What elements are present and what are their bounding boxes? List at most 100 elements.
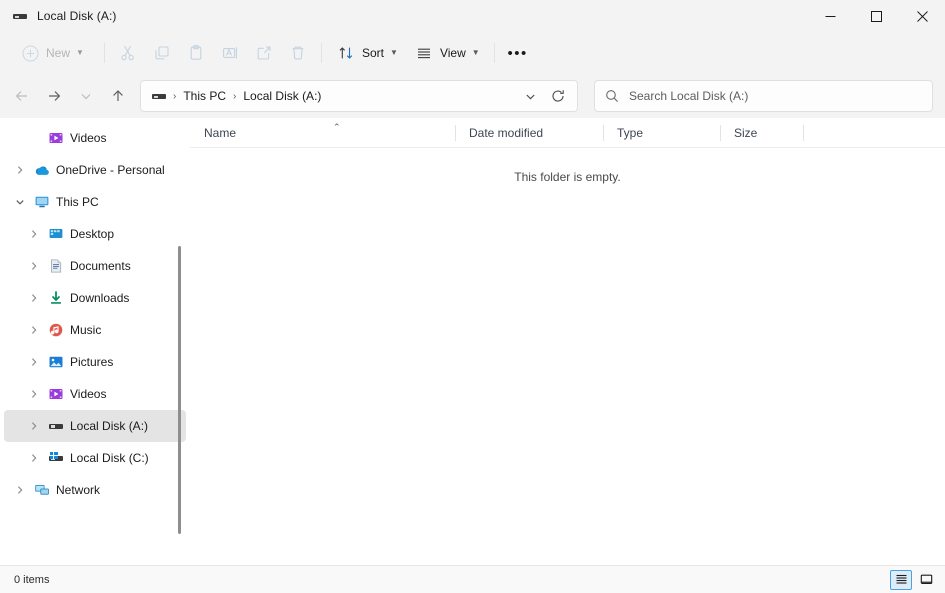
sidebar-item-local-disk-a[interactable]: Local Disk (A:): [4, 410, 186, 442]
chevron-right-icon[interactable]: [26, 354, 42, 370]
forward-button[interactable]: [38, 80, 70, 112]
breadcrumb-separator: ›: [171, 91, 178, 102]
toolbar-divider: [104, 43, 105, 63]
column-header-type[interactable]: Type: [603, 118, 720, 147]
view-button[interactable]: View ▼: [406, 37, 488, 69]
close-button[interactable]: [899, 0, 945, 32]
chevron-right-icon[interactable]: [26, 290, 42, 306]
ellipsis-icon: •••: [508, 46, 528, 61]
rename-button[interactable]: [213, 37, 247, 69]
column-header-date-modified[interactable]: Date modified: [455, 118, 603, 147]
sidebar-item-downloads[interactable]: Downloads: [4, 282, 186, 314]
drive-icon: [48, 418, 64, 434]
sidebar-item-videos[interactable]: Videos: [4, 378, 186, 410]
address-bar[interactable]: › This PC › Local Disk (A:): [140, 80, 578, 112]
sidebar-item-network[interactable]: Network: [4, 474, 186, 506]
paste-button[interactable]: [179, 37, 213, 69]
sidebar-item-local-disk-c[interactable]: Local Disk (C:): [4, 442, 186, 474]
window-controls: [807, 0, 945, 32]
refresh-button[interactable]: [545, 83, 571, 109]
cut-button[interactable]: [111, 37, 145, 69]
view-button-label: View: [440, 46, 466, 60]
column-header-label: Date modified: [469, 126, 543, 140]
sidebar-item-videos[interactable]: Videos: [4, 122, 186, 154]
chevron-down-icon: ▼: [76, 49, 84, 57]
back-button[interactable]: [6, 80, 38, 112]
sort-ascending-caret-icon: ⌃: [333, 122, 341, 133]
chevron-right-icon[interactable]: [12, 162, 28, 178]
paste-icon: [186, 43, 206, 63]
chevron-right-icon[interactable]: [26, 450, 42, 466]
rename-icon: [220, 43, 240, 63]
sidebar-item-onedrive-personal[interactable]: OneDrive - Personal: [4, 154, 186, 186]
onedrive-icon: [34, 162, 50, 178]
column-header-name[interactable]: Name ⌃: [190, 118, 455, 147]
view-toggle-group: [890, 570, 937, 590]
file-list-area: Name ⌃ Date modified Type Size This folder i…: [190, 118, 945, 565]
breadcrumb: › This PC › Local Disk (A:): [171, 86, 517, 106]
desktop-icon: [48, 226, 64, 242]
chevron-down-icon: ▼: [390, 49, 398, 57]
breadcrumb-drive-icon: [151, 88, 167, 104]
sidebar-item-desktop[interactable]: Desktop: [4, 218, 186, 250]
recent-locations-button[interactable]: [70, 80, 102, 112]
breadcrumb-item-this-pc[interactable]: This PC: [178, 86, 231, 106]
share-button[interactable]: [247, 37, 281, 69]
minimize-button[interactable]: [807, 0, 853, 32]
column-header-label: Name: [204, 126, 236, 140]
column-header-label: Type: [617, 126, 643, 140]
delete-button[interactable]: [281, 37, 315, 69]
details-view-button[interactable]: [890, 570, 912, 590]
network-icon: [34, 482, 50, 498]
window-body: VideosOneDrive - PersonalThis PCDesktopD…: [0, 118, 945, 565]
trash-icon: [288, 43, 308, 63]
maximize-button[interactable]: [853, 0, 899, 32]
navigation-bar: › This PC › Local Disk (A:): [0, 74, 945, 118]
sort-button-label: Sort: [362, 46, 384, 60]
empty-folder-message: This folder is empty.: [190, 148, 945, 565]
new-button-label: New: [46, 46, 70, 60]
sort-button[interactable]: Sort ▼: [328, 37, 406, 69]
sidebar-item-label: Local Disk (A:): [70, 419, 148, 433]
downloads-icon: [48, 290, 64, 306]
chevron-right-icon[interactable]: [26, 258, 42, 274]
twisty-placeholder: [26, 130, 42, 146]
sidebar-item-music[interactable]: Music: [4, 314, 186, 346]
chevron-right-icon[interactable]: [12, 482, 28, 498]
breadcrumb-separator: ›: [231, 91, 238, 102]
sidebar-item-this-pc[interactable]: This PC: [4, 186, 186, 218]
tiles-view-button[interactable]: [915, 570, 937, 590]
sidebar-item-label: Desktop: [70, 227, 114, 241]
breadcrumb-item-local-disk-a[interactable]: Local Disk (A:): [238, 86, 326, 106]
column-header-filler: [803, 118, 945, 147]
copy-button[interactable]: [145, 37, 179, 69]
drive-icon: [12, 8, 28, 24]
column-headers: Name ⌃ Date modified Type Size: [190, 118, 945, 148]
sidebar-item-label: Documents: [70, 259, 131, 273]
sysdrive-icon: [48, 450, 64, 466]
search-box[interactable]: [594, 80, 933, 112]
more-options-button[interactable]: •••: [501, 37, 535, 69]
pictures-icon: [48, 354, 64, 370]
sidebar-item-label: Downloads: [70, 291, 129, 305]
chevron-down-icon[interactable]: [12, 194, 28, 210]
toolbar-divider-3: [494, 43, 495, 63]
music-icon: [48, 322, 64, 338]
chevron-right-icon[interactable]: [26, 386, 42, 402]
search-input[interactable]: [629, 89, 922, 103]
sidebar-scrollbar-thumb[interactable]: [178, 246, 181, 534]
up-button[interactable]: [102, 80, 134, 112]
chevron-right-icon[interactable]: [26, 226, 42, 242]
chevron-right-icon[interactable]: [26, 322, 42, 338]
sidebar-item-documents[interactable]: Documents: [4, 250, 186, 282]
status-bar: 0 items: [0, 565, 945, 593]
sidebar-item-pictures[interactable]: Pictures: [4, 346, 186, 378]
pc-icon: [34, 194, 50, 210]
column-header-size[interactable]: Size: [720, 118, 803, 147]
navigation-pane: VideosOneDrive - PersonalThis PCDesktopD…: [0, 118, 190, 565]
chevron-right-icon[interactable]: [26, 418, 42, 434]
item-count-label: 0 items: [14, 574, 49, 586]
new-button[interactable]: New ▼: [10, 37, 98, 69]
command-toolbar: New ▼: [0, 32, 945, 74]
address-dropdown-button[interactable]: [517, 83, 543, 109]
